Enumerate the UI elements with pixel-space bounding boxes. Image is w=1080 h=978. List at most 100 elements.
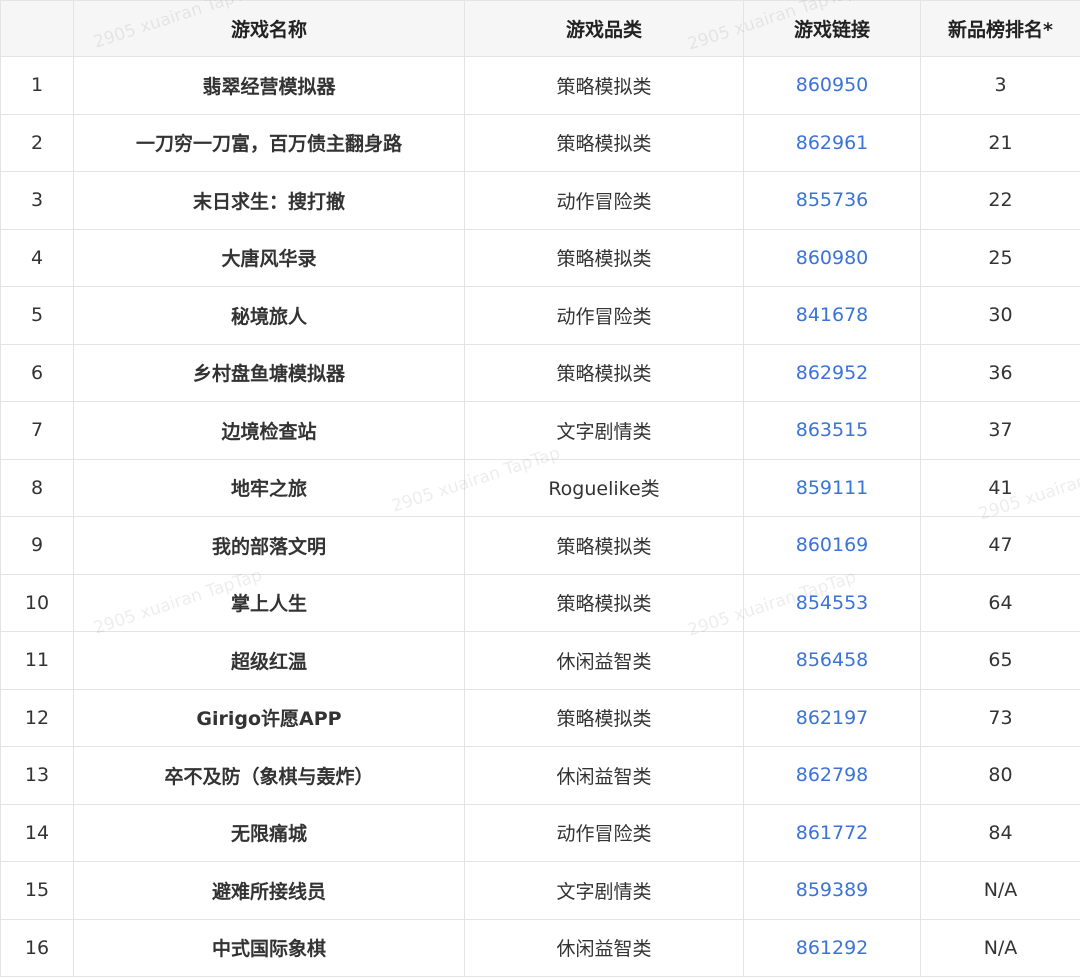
game-category-cell: 策略模拟类 — [464, 56, 744, 115]
row-index-cell: 11 — [0, 631, 74, 690]
table-row: 3 末日求生：搜打撤 动作冒险类 855736 22 — [0, 171, 1080, 230]
row-index-cell: 5 — [0, 286, 74, 345]
game-link-cell: 860980 — [743, 228, 921, 287]
game-category-cell: 休闲益智类 — [464, 746, 744, 805]
new-rank-cell: 36 — [920, 343, 1080, 402]
table-row: 2 一刀穷一刀富，百万债主翻身路 策略模拟类 862961 21 — [0, 113, 1080, 172]
new-rank-cell: 3 — [920, 56, 1080, 115]
game-name-cell: 秘境旅人 — [73, 286, 465, 345]
game-name-cell: 末日求生：搜打撤 — [73, 171, 465, 230]
game-link-cell: 862798 — [743, 746, 921, 805]
game-link-cell: 861772 — [743, 803, 921, 862]
game-link[interactable]: 861292 — [796, 937, 869, 959]
game-link[interactable]: 859389 — [796, 879, 869, 901]
game-category-cell: 文字剧情类 — [464, 861, 744, 920]
new-rank-cell: 30 — [920, 286, 1080, 345]
row-index-cell: 10 — [0, 573, 74, 632]
new-rank-cell: 64 — [920, 573, 1080, 632]
table-row: 5 秘境旅人 动作冒险类 841678 30 — [0, 286, 1080, 345]
game-category-cell: 策略模拟类 — [464, 228, 744, 287]
row-index-cell: 3 — [0, 171, 74, 230]
game-link-cell: 854553 — [743, 573, 921, 632]
game-category-cell: 策略模拟类 — [464, 688, 744, 747]
game-category-cell: 策略模拟类 — [464, 573, 744, 632]
table-body: 1 翡翠经营模拟器 策略模拟类 860950 3 2 一刀穷一刀富，百万债主翻身路 策略模拟类… — [0, 56, 1080, 977]
row-index-cell: 12 — [0, 688, 74, 747]
table-row: 15 避难所接线员 文字剧情类 859389 N/A — [0, 861, 1080, 920]
row-index-cell: 13 — [0, 746, 74, 805]
row-index-cell: 14 — [0, 803, 74, 862]
game-category-cell: Roguelike类 — [464, 458, 744, 517]
game-link[interactable]: 841678 — [796, 304, 869, 326]
game-link[interactable]: 863515 — [796, 419, 869, 441]
new-rank-cell: N/A — [920, 918, 1080, 977]
new-rank-cell: 22 — [920, 171, 1080, 230]
game-name-cell: 边境检查站 — [73, 401, 465, 460]
game-link[interactable]: 860980 — [796, 247, 869, 269]
table-row: 8 地牢之旅 Roguelike类 859111 41 — [0, 458, 1080, 517]
row-index-cell: 6 — [0, 343, 74, 402]
game-link-cell: 856458 — [743, 631, 921, 690]
row-index-cell: 2 — [0, 113, 74, 172]
new-rank-cell: 21 — [920, 113, 1080, 172]
game-link-cell: 861292 — [743, 918, 921, 977]
game-link[interactable]: 860169 — [796, 534, 869, 556]
row-index-cell: 4 — [0, 228, 74, 287]
game-link-cell: 859111 — [743, 458, 921, 517]
game-link[interactable]: 862952 — [796, 362, 869, 384]
new-rank-cell: N/A — [920, 861, 1080, 920]
game-name-cell: 一刀穷一刀富，百万债主翻身路 — [73, 113, 465, 172]
game-link[interactable]: 860950 — [796, 74, 869, 96]
header-game-link: 游戏链接 — [743, 0, 921, 57]
game-link-cell: 862961 — [743, 113, 921, 172]
game-link-cell: 860169 — [743, 516, 921, 575]
game-category-cell: 策略模拟类 — [464, 343, 744, 402]
game-category-cell: 动作冒险类 — [464, 286, 744, 345]
table-row: 11 超级红温 休闲益智类 856458 65 — [0, 631, 1080, 690]
table-header: 游戏名称 游戏品类 游戏链接 新品榜排名* — [0, 0, 1080, 57]
game-link-cell: 862952 — [743, 343, 921, 402]
table-row: 4 大唐风华录 策略模拟类 860980 25 — [0, 228, 1080, 287]
game-link[interactable]: 862197 — [796, 707, 869, 729]
game-name-cell: 乡村盘鱼塘模拟器 — [73, 343, 465, 402]
game-link[interactable]: 859111 — [796, 477, 869, 499]
game-category-cell: 策略模拟类 — [464, 113, 744, 172]
game-link[interactable]: 855736 — [796, 189, 869, 211]
header-new-rank: 新品榜排名* — [920, 0, 1080, 57]
row-index-cell: 8 — [0, 458, 74, 517]
game-link-cell: 841678 — [743, 286, 921, 345]
header-row: 游戏名称 游戏品类 游戏链接 新品榜排名* — [0, 0, 1080, 57]
game-category-cell: 休闲益智类 — [464, 631, 744, 690]
game-link[interactable]: 862798 — [796, 764, 869, 786]
game-name-cell: 大唐风华录 — [73, 228, 465, 287]
new-rank-cell: 47 — [920, 516, 1080, 575]
table-row: 9 我的部落文明 策略模拟类 860169 47 — [0, 516, 1080, 575]
game-link-cell: 859389 — [743, 861, 921, 920]
new-rank-cell: 73 — [920, 688, 1080, 747]
game-name-cell: 我的部落文明 — [73, 516, 465, 575]
game-name-cell: 超级红温 — [73, 631, 465, 690]
new-rank-cell: 25 — [920, 228, 1080, 287]
game-name-cell: 掌上人生 — [73, 573, 465, 632]
game-category-cell: 动作冒险类 — [464, 171, 744, 230]
table-row: 7 边境检查站 文字剧情类 863515 37 — [0, 401, 1080, 460]
games-table: 游戏名称 游戏品类 游戏链接 新品榜排名* 1 翡翠经营模拟器 策略模拟类 86095… — [0, 0, 1080, 977]
table-row: 6 乡村盘鱼塘模拟器 策略模拟类 862952 36 — [0, 343, 1080, 402]
game-category-cell: 文字剧情类 — [464, 401, 744, 460]
game-name-cell: 地牢之旅 — [73, 458, 465, 517]
game-link[interactable]: 861772 — [796, 822, 869, 844]
game-link[interactable]: 856458 — [796, 649, 869, 671]
table-row: 10 掌上人生 策略模拟类 854553 64 — [0, 573, 1080, 632]
row-index-cell: 9 — [0, 516, 74, 575]
game-category-cell: 策略模拟类 — [464, 516, 744, 575]
game-link[interactable]: 862961 — [796, 132, 869, 154]
header-index — [0, 0, 74, 57]
table-row: 1 翡翠经营模拟器 策略模拟类 860950 3 — [0, 56, 1080, 115]
game-link[interactable]: 854553 — [796, 592, 869, 614]
header-game-name: 游戏名称 — [73, 0, 465, 57]
new-rank-cell: 65 — [920, 631, 1080, 690]
game-name-cell: 无限痛城 — [73, 803, 465, 862]
row-index-cell: 7 — [0, 401, 74, 460]
new-rank-cell: 37 — [920, 401, 1080, 460]
game-link-cell: 862197 — [743, 688, 921, 747]
